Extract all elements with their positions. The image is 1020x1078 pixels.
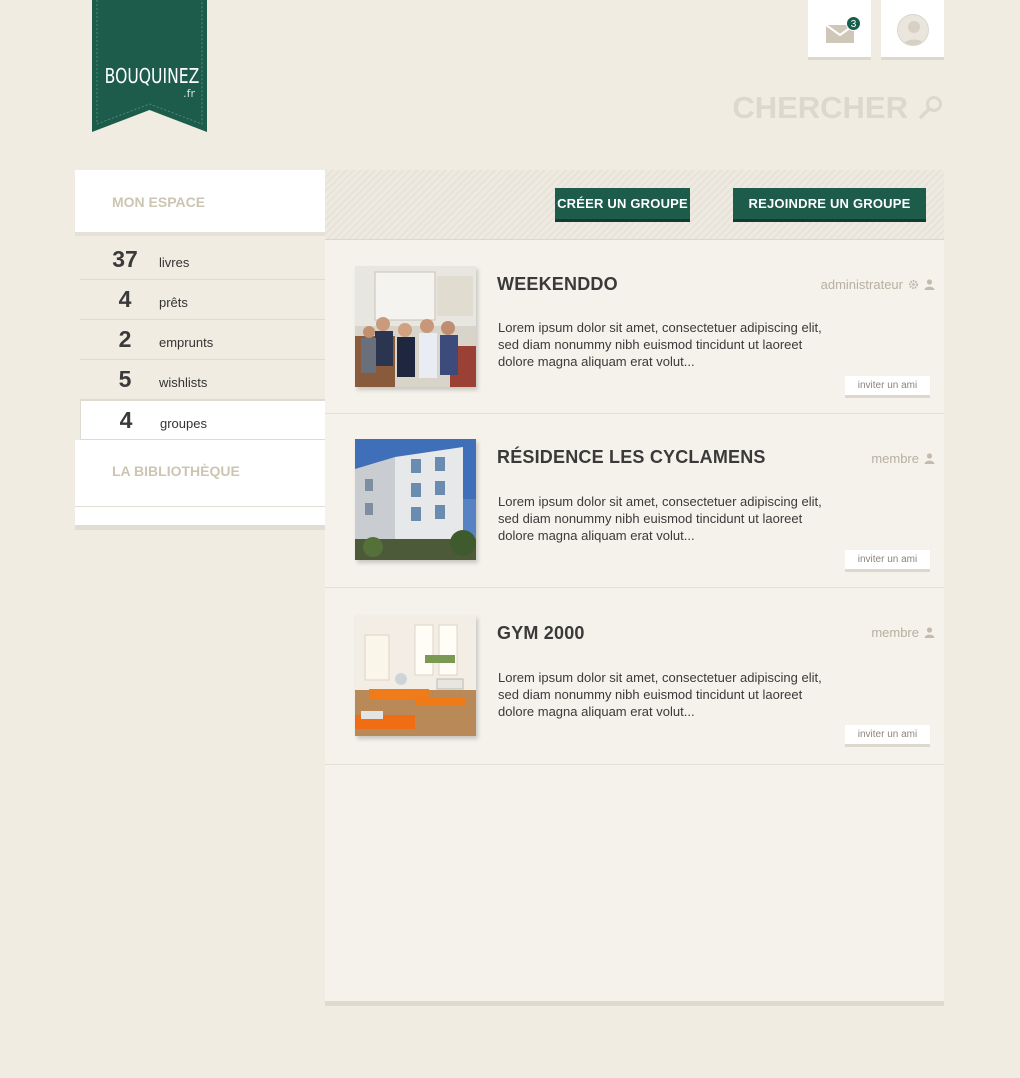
- group-card[interactable]: GYM 2000 membre Lorem ipsum dolor sit am…: [325, 588, 944, 765]
- group-photo[interactable]: [355, 266, 476, 387]
- group-card[interactable]: RÉSIDENCE LES CYCLAMENS membre Lorem ips…: [325, 414, 944, 588]
- search-bar: [700, 88, 944, 128]
- brand-tld: .fr: [183, 87, 195, 100]
- user-icon: [924, 627, 935, 638]
- group-role: membre: [871, 451, 935, 466]
- group-role: membre: [871, 625, 935, 640]
- group-role: administrateur: [821, 277, 935, 292]
- group-description: Lorem ipsum dolor sit amet, consectetuer…: [498, 320, 822, 369]
- groups-toolbar: CRÉER UN GROUPE REJOINDRE UN GROUPE: [325, 170, 944, 240]
- group-photo[interactable]: [355, 615, 476, 736]
- sidebar-item-groupes[interactable]: 4 groupes: [80, 400, 333, 440]
- unread-count-badge: 3: [846, 16, 861, 31]
- stat-count: 4: [118, 286, 132, 312]
- sidebar-title: MON ESPACE: [112, 194, 206, 210]
- create-group-button[interactable]: CRÉER UN GROUPE: [555, 188, 690, 222]
- group-name[interactable]: GYM 2000: [497, 623, 585, 644]
- invite-friend-button[interactable]: inviter un ami: [845, 550, 930, 572]
- stat-count: 37: [112, 246, 138, 272]
- invite-friend-button[interactable]: inviter un ami: [845, 725, 930, 747]
- library-title: LA BIBLIOTHÈQUE: [112, 463, 240, 479]
- stat-count: 2: [118, 326, 132, 352]
- search-input[interactable]: [700, 88, 912, 128]
- groups-panel: CRÉER UN GROUPE REJOINDRE UN GROUPE WEEK…: [325, 170, 944, 1006]
- group-name[interactable]: RÉSIDENCE LES CYCLAMENS: [497, 447, 766, 468]
- group-name[interactable]: WEEKENDDO: [497, 274, 618, 295]
- sidebar-footer: [75, 507, 325, 530]
- stats-list: 37 livres 4 prêts 2 emprunts 5 wishlists…: [80, 240, 333, 440]
- building-photo-image: [355, 439, 476, 560]
- invite-friend-button[interactable]: inviter un ami: [845, 376, 930, 398]
- sidebar-header[interactable]: MON ESPACE: [75, 170, 325, 236]
- stat-count: 5: [118, 366, 132, 392]
- stat-label: emprunts: [159, 335, 214, 350]
- brand-logo[interactable]: BOUQUINEZ .fr: [92, 0, 207, 132]
- user-icon: [924, 279, 935, 290]
- group-card[interactable]: WEEKENDDO administrateur Lorem ipsum dol…: [325, 240, 944, 414]
- brand-name: BOUQUINEZ: [104, 64, 200, 88]
- profile-button[interactable]: [881, 0, 944, 60]
- sidebar-item-emprunts[interactable]: 2 emprunts: [80, 320, 325, 360]
- gym-photo-image: [355, 615, 476, 736]
- stat-label: livres: [159, 255, 190, 270]
- stat-label: wishlists: [159, 375, 208, 390]
- avatar: [897, 14, 929, 46]
- messages-button[interactable]: 3: [808, 0, 871, 60]
- group-photo[interactable]: [355, 439, 476, 560]
- role-label: membre: [871, 451, 919, 466]
- stat-label: groupes: [160, 416, 207, 431]
- sidebar-item-wishlists[interactable]: 5 wishlists: [80, 360, 325, 400]
- user-silhouette-icon: [902, 21, 926, 45]
- join-group-button[interactable]: REJOINDRE UN GROUPE: [733, 188, 926, 222]
- stat-count: 4: [119, 407, 133, 433]
- sidebar: MON ESPACE 37 livres 4 prêts 2 emprunts …: [75, 170, 333, 530]
- sidebar-item-bibliotheque[interactable]: LA BIBLIOTHÈQUE: [75, 440, 325, 507]
- stat-label: prêts: [159, 295, 188, 310]
- user-icon: [924, 453, 935, 464]
- search-icon[interactable]: [918, 95, 944, 121]
- group-description: Lorem ipsum dolor sit amet, consectetuer…: [498, 494, 822, 543]
- team-photo-image: [355, 266, 476, 387]
- sidebar-item-prets[interactable]: 4 prêts: [80, 280, 325, 320]
- role-label: membre: [871, 625, 919, 640]
- gear-icon[interactable]: [908, 279, 919, 290]
- role-label: administrateur: [820, 277, 903, 292]
- group-description: Lorem ipsum dolor sit amet, consectetuer…: [498, 670, 822, 719]
- sidebar-item-livres[interactable]: 37 livres: [80, 240, 325, 280]
